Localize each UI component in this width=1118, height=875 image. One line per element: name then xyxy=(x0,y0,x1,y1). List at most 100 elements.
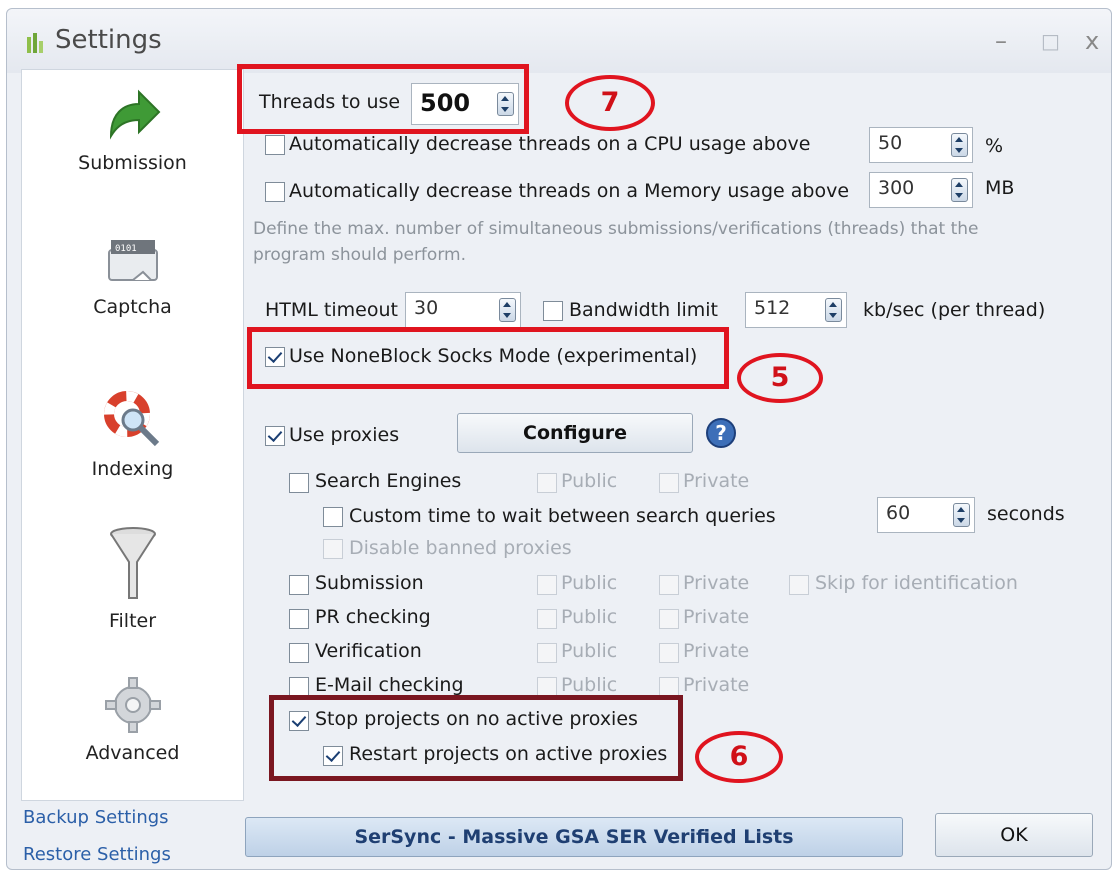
search-engines-private-checkbox[interactable] xyxy=(659,473,679,493)
threads-description-line-2: program should perform. xyxy=(253,245,466,265)
submission-proxy-label: Submission xyxy=(315,572,424,594)
sidebar-item-label: Advanced xyxy=(85,742,180,764)
sidebar-item-label: Captcha xyxy=(93,296,172,318)
title-bar: Settings – □ x xyxy=(7,9,1111,73)
bandwidth-value: 512 xyxy=(754,297,791,319)
sersync-banner[interactable]: SerSync - Massive GSA SER Verified Lists xyxy=(245,817,903,857)
close-button[interactable]: x xyxy=(1085,27,1099,55)
submission-private-checkbox[interactable] xyxy=(659,575,679,595)
sidebar-item-submission[interactable]: Submission xyxy=(22,84,243,174)
search-engines-checkbox[interactable] xyxy=(289,473,309,493)
email-checking-private-label: Private xyxy=(683,674,750,696)
settings-window: Settings – □ x Submission 0101 Captcha I… xyxy=(6,8,1112,870)
svg-text:0101: 0101 xyxy=(115,244,137,254)
minimize-button[interactable]: – xyxy=(995,27,1007,55)
submission-public-checkbox[interactable] xyxy=(537,575,557,595)
pr-checking-label: PR checking xyxy=(315,606,431,628)
verification-label: Verification xyxy=(315,640,422,662)
annotation-callout-7: 7 xyxy=(565,75,655,131)
submission-private-label: Private xyxy=(683,572,750,594)
ok-button[interactable]: OK xyxy=(935,813,1093,857)
disable-banned-label: Disable banned proxies xyxy=(349,537,572,559)
cpu-limit-checkbox[interactable] xyxy=(265,135,285,155)
maximize-button[interactable]: □ xyxy=(1041,29,1060,53)
pr-checking-public-label: Public xyxy=(561,606,618,628)
configure-button[interactable]: Configure xyxy=(457,413,693,453)
cpu-value: 50 xyxy=(878,132,903,154)
custom-wait-spinner[interactable]: 60 xyxy=(877,497,975,533)
html-timeout-spinner[interactable]: 30 xyxy=(405,292,521,328)
pr-checking-public-checkbox[interactable] xyxy=(537,609,557,629)
settings-window-icon xyxy=(27,33,43,53)
email-checking-public-label: Public xyxy=(561,674,618,696)
backup-settings-link[interactable]: Backup Settings xyxy=(23,807,169,828)
sidebar-item-captcha[interactable]: 0101 Captcha xyxy=(22,232,243,318)
sidebar-item-filter[interactable]: Filter xyxy=(22,526,243,632)
html-timeout-label: HTML timeout xyxy=(265,299,398,321)
settings-sidebar: Submission 0101 Captcha Indexing Filter … xyxy=(21,69,244,801)
html-timeout-value: 30 xyxy=(414,297,439,319)
restore-settings-link[interactable]: Restore Settings xyxy=(23,844,171,865)
threads-description-line-1: Define the max. number of simultaneous s… xyxy=(253,219,979,239)
sidebar-item-indexing[interactable]: Indexing xyxy=(22,388,243,480)
bandwidth-limit-label: Bandwidth limit xyxy=(569,299,718,321)
verification-private-label: Private xyxy=(683,640,750,662)
annotation-callout-6: 6 xyxy=(695,731,783,783)
memory-spinner[interactable]: 300 xyxy=(869,172,973,208)
pr-checking-private-checkbox[interactable] xyxy=(659,609,679,629)
pr-checking-checkbox[interactable] xyxy=(289,609,309,629)
html-timeout-spin-button[interactable] xyxy=(499,298,516,322)
green-arrow-icon xyxy=(109,89,160,140)
bandwidth-spinner[interactable]: 512 xyxy=(745,292,847,328)
lifebuoy-magnifier-icon xyxy=(103,391,159,447)
use-proxies-label: Use proxies xyxy=(289,424,400,446)
custom-wait-checkbox[interactable] xyxy=(323,507,343,527)
cpu-spinner[interactable]: 50 xyxy=(869,127,973,163)
search-engines-public-label: Public xyxy=(561,470,618,492)
use-proxies-checkbox[interactable] xyxy=(265,426,285,446)
cpu-limit-label: Automatically decrease threads on a CPU … xyxy=(289,133,811,155)
search-engines-public-checkbox[interactable] xyxy=(537,473,557,493)
verification-public-checkbox[interactable] xyxy=(537,643,557,663)
memory-value: 300 xyxy=(878,177,915,199)
custom-wait-value: 60 xyxy=(886,502,911,524)
custom-wait-unit: seconds xyxy=(987,503,1065,525)
memory-unit: MB xyxy=(985,177,1015,199)
email-checking-public-checkbox[interactable] xyxy=(537,677,557,697)
window-title: Settings xyxy=(55,25,162,55)
custom-wait-label: Custom time to wait between search queri… xyxy=(349,505,776,527)
annotation-box-noneblock xyxy=(247,327,729,389)
cpu-spin-button[interactable] xyxy=(951,133,968,157)
disable-banned-checkbox[interactable] xyxy=(323,539,343,559)
gear-icon xyxy=(104,677,161,733)
custom-wait-spin-button[interactable] xyxy=(953,503,970,527)
verification-checkbox[interactable] xyxy=(289,643,309,663)
svg-text:?: ? xyxy=(715,421,727,445)
cpu-unit: % xyxy=(985,135,1004,157)
sidebar-item-label: Submission xyxy=(78,152,187,174)
captcha-icon: 0101 xyxy=(107,240,158,281)
submission-public-label: Public xyxy=(561,572,618,594)
bandwidth-limit-checkbox[interactable] xyxy=(543,301,563,321)
email-checking-label: E-Mail checking xyxy=(315,674,464,696)
help-icon[interactable]: ? xyxy=(705,417,737,449)
submission-proxy-checkbox[interactable] xyxy=(289,575,309,595)
skip-identification-label: Skip for identification xyxy=(815,572,1018,594)
memory-limit-checkbox[interactable] xyxy=(265,182,285,202)
email-checking-checkbox[interactable] xyxy=(289,677,309,697)
skip-identification-checkbox[interactable] xyxy=(789,575,809,595)
email-checking-private-checkbox[interactable] xyxy=(659,677,679,697)
annotation-box-threads xyxy=(237,64,529,134)
verification-public-label: Public xyxy=(561,640,618,662)
sidebar-item-label: Indexing xyxy=(91,458,174,480)
annotation-box-proxy-projects xyxy=(269,695,683,781)
pr-checking-private-label: Private xyxy=(683,606,750,628)
bandwidth-unit: kb/sec (per thread) xyxy=(863,299,1046,321)
bandwidth-spin-button[interactable] xyxy=(825,298,842,322)
sidebar-item-advanced[interactable]: Advanced xyxy=(22,676,243,764)
annotation-callout-5: 5 xyxy=(737,353,823,403)
search-engines-private-label: Private xyxy=(683,470,750,492)
search-engines-label: Search Engines xyxy=(315,470,462,492)
verification-private-checkbox[interactable] xyxy=(659,643,679,663)
memory-spin-button[interactable] xyxy=(951,178,968,202)
